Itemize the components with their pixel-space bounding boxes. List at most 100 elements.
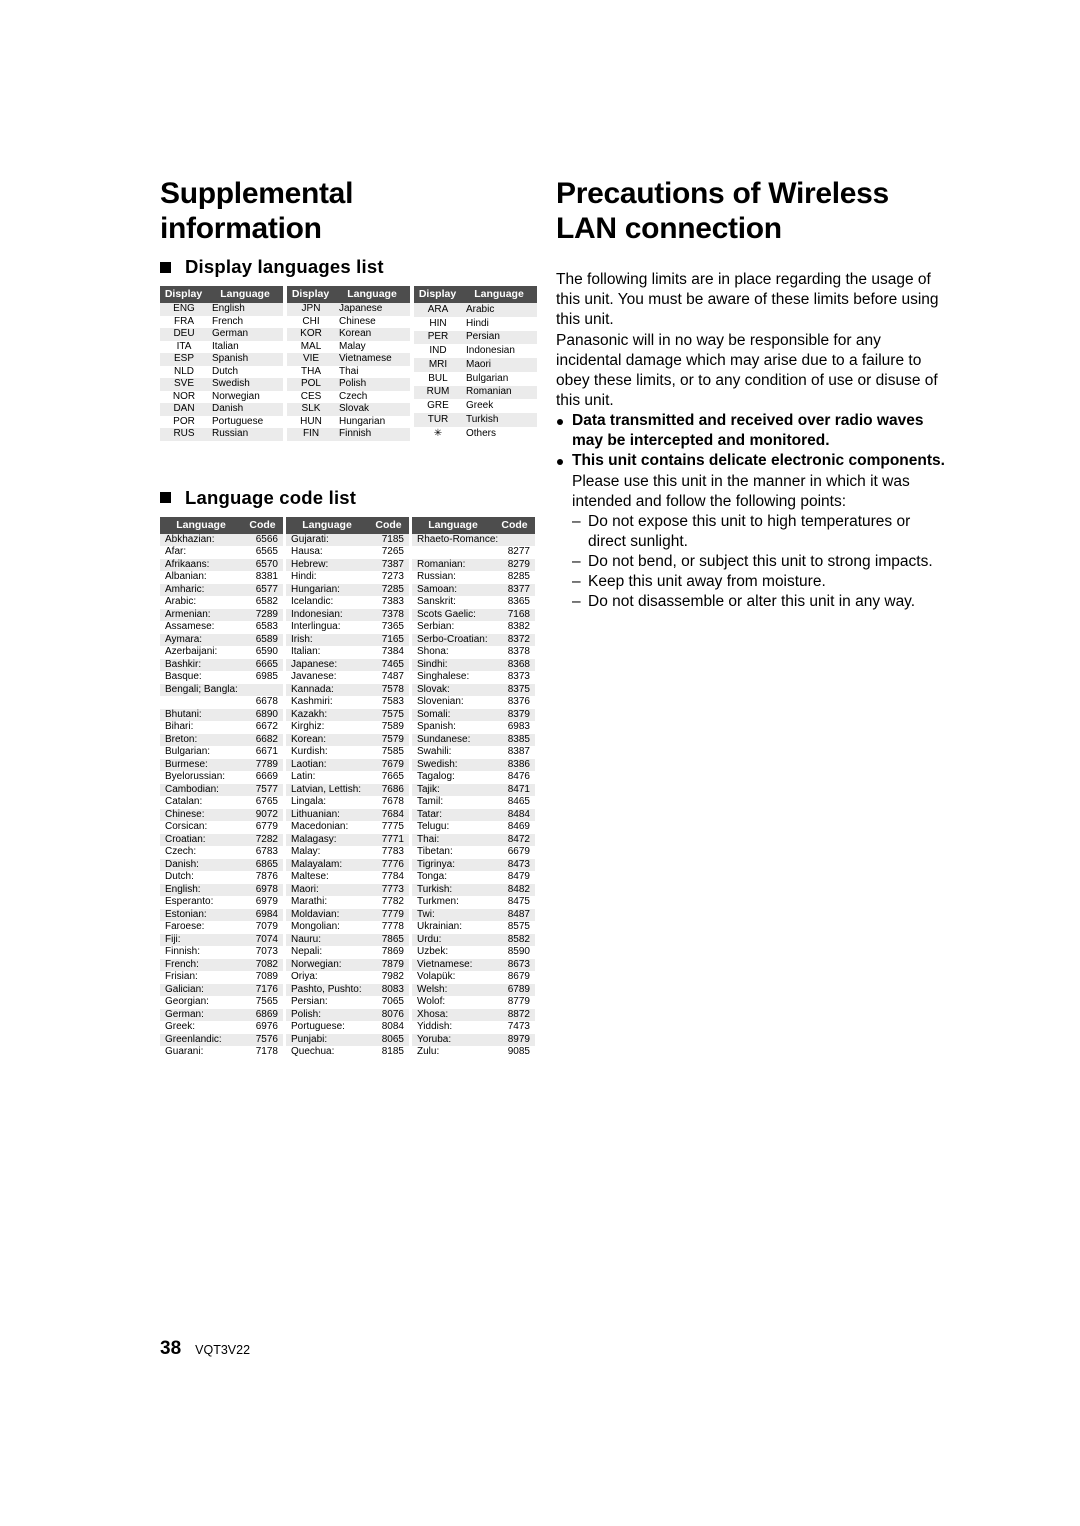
table-row: Icelandic: 7383 [286,596,409,609]
table-row: Malay: 7783 [286,846,409,859]
left-column: Supplemental information Display languag… [160,176,537,1059]
language-name-cell: English: [160,883,242,897]
language-code-cell: 7178 [242,1046,283,1059]
language-name-cell: Chinese: [160,808,242,822]
language-name-cell: Moldavian: [286,908,368,922]
table-row: BUL Bulgarian [414,371,537,386]
table-row: Burmese: 7789 [160,758,283,772]
table-row: Volapük: 8679 [412,971,535,984]
language-name-cell: Assamese: [160,621,242,634]
table-row: Russian: 8285 [412,571,535,584]
language-name-cell: Indonesian [461,344,537,359]
language-name-cell: Fiji: [160,933,242,947]
table-row: Ukrainian: 8575 [412,921,535,934]
language-name-cell: Chinese [334,315,410,329]
language-name-cell: Danish: [160,858,242,872]
language-name-cell: Japanese: [286,658,368,672]
language-code-cell: 7074 [242,933,283,947]
language-code-cell: 7778 [368,921,409,934]
table-row: Aymara: 6589 [160,633,283,647]
language-code-cell: 7865 [368,933,409,947]
language-code-cell: 8277 [494,546,535,559]
language-code-cell: 8376 [494,696,535,709]
language-code-cell: 8084 [368,1021,409,1034]
language-name-cell-continuation [412,546,494,559]
display-code-cell: GRE [414,399,461,414]
language-name-cell: Swahili: [412,746,494,759]
table-row: Pashto, Pushto: 8083 [286,983,409,997]
table-row: Azerbaijani: 6590 [160,646,283,659]
language-name-cell: Romanian: [412,558,494,572]
language-name-cell: Irish: [286,633,368,647]
table-row: Sundanese: 8385 [412,733,535,747]
table-row: Welsh: 6789 [412,983,535,997]
display-code-cell: PER [414,330,461,345]
table-row: Portuguese: 8084 [286,1021,409,1034]
language-code-cell: 7686 [368,783,409,797]
language-name-cell: Amharic: [160,583,242,597]
language-name-cell: Hindi [461,316,537,331]
language-name-cell: Vietnamese: [412,958,494,972]
display-code-cell: POR [160,415,207,429]
language-code-cell: 7876 [242,871,283,884]
language-code-cell: 7365 [368,621,409,634]
language-code-cell: 6583 [242,621,283,634]
table-row: Maltese: 7784 [286,871,409,884]
language-code-cell: 7782 [368,896,409,909]
table-row: 8277 [412,546,535,559]
language-code-cell: 6577 [242,583,283,597]
display-code-cell: HUN [287,415,334,429]
language-name-cell: Welsh: [412,983,494,997]
language-name-cell: Japanese [334,303,410,316]
table-row: Galician: 7176 [160,983,283,997]
language-code-cell: 8382 [494,621,535,634]
language-name-cell: Breton: [160,733,242,747]
language-code-subtable: Language Code Gujarati: 7185 Hausa: 7265 Hebre… [286,516,409,1059]
language-name-cell: Byelorussian: [160,771,242,784]
language-code-cell: 8472 [494,833,535,847]
language-name-cell: Twi: [412,908,494,922]
language-code-cell: 6566 [242,533,283,547]
language-code-cell: 7265 [368,546,409,559]
language-code-cell: 7771 [368,833,409,847]
language-code-table: Language Code Abkhazian: 6566 Afar: 6565 Afrik… [160,516,535,1059]
language-name-cell: Serbo-Croatian: [412,633,494,647]
language-name-cell: Malayalam: [286,858,368,872]
language-name-cell: Portuguese: [286,1021,368,1034]
language-name-cell: Faroese: [160,921,242,934]
table-row: Greek: 6976 [160,1021,283,1034]
table-row: Abkhazian: 6566 [160,533,283,547]
table-row: Nauru: 7865 [286,933,409,947]
language-code-cell: 6979 [242,896,283,909]
language-name-cell: Frisian: [160,971,242,984]
language-code-cell: 8065 [368,1033,409,1047]
language-name-cell: Esperanto: [160,896,242,909]
language-code-cell: 8368 [494,658,535,672]
language-name-cell: Malagasy: [286,833,368,847]
table-row: Serbian: 8382 [412,621,535,634]
column-header-display: Display [414,286,461,304]
square-bullet-icon [160,261,171,273]
table-row: ESP Spanish [160,353,283,366]
column-header-code: Code [242,516,283,534]
language-name-cell: Slovenian: [412,696,494,709]
language-code-cell: 6789 [494,983,535,997]
table-row: IND Indonesian [414,344,537,359]
language-name-cell: Tonga: [412,871,494,884]
language-name-cell: Scots Gaelic: [412,608,494,622]
language-code-cell: 8373 [494,671,535,684]
language-code-cell: 7565 [242,996,283,1009]
display-code-cell: NLD [160,365,207,379]
language-code-cell: 6976 [242,1021,283,1034]
table-row: TUR Turkish [414,413,537,427]
table-row: Breton: 6682 [160,733,283,747]
table-row: Faroese: 7079 [160,921,283,934]
language-code-cell: 8476 [494,771,535,784]
language-code-cell: 7776 [368,858,409,872]
table-row: Slovak: 8375 [412,683,535,697]
language-name-cell: Thai [334,365,410,379]
language-code-cell: 6779 [242,821,283,834]
table-row: Italian: 7384 [286,646,409,659]
language-name-cell: Laotian: [286,758,368,772]
display-code-cell: FIN [287,428,334,441]
